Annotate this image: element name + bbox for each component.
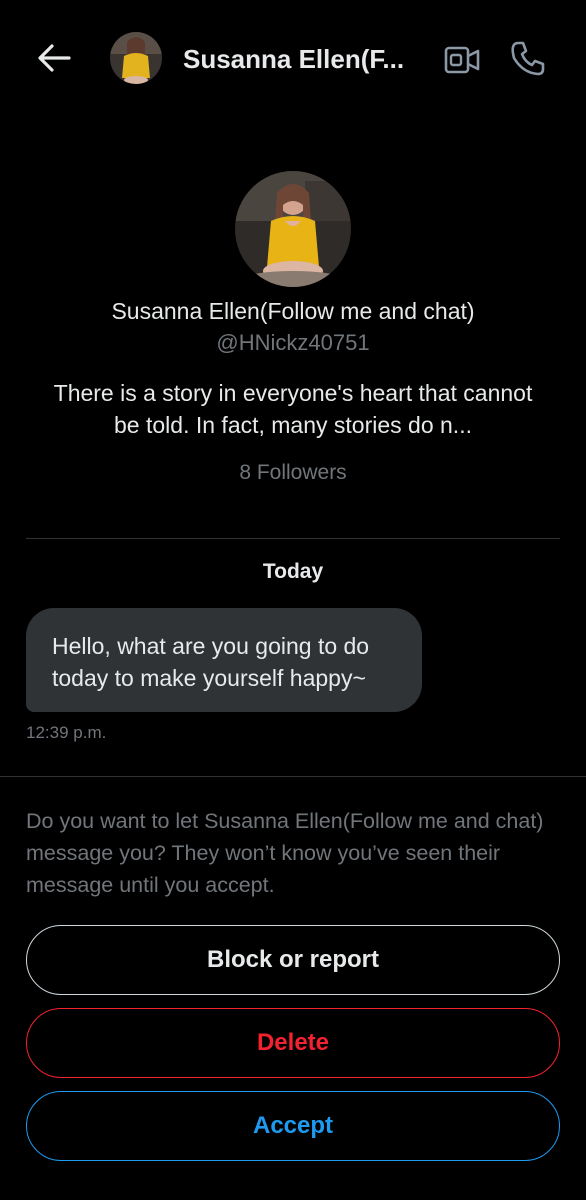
- divider: [26, 538, 560, 539]
- profile-name[interactable]: Susanna Ellen(Follow me and chat): [0, 298, 586, 325]
- avatar-image: [110, 32, 162, 84]
- phone-icon: [511, 41, 545, 76]
- accept-button[interactable]: Accept: [26, 1091, 560, 1161]
- top-bar: Susanna Ellen(F...: [0, 0, 586, 120]
- profile-avatar[interactable]: [235, 171, 351, 287]
- day-separator: Today: [262, 560, 324, 583]
- profile-bio: There is a story in everyone's heart tha…: [53, 380, 533, 438]
- followers-count[interactable]: 8 Followers: [0, 461, 586, 485]
- delete-button[interactable]: Delete: [26, 1008, 560, 1078]
- block-or-report-button[interactable]: Block or report: [26, 925, 560, 995]
- conversation-title[interactable]: Susanna Ellen(F...: [183, 44, 404, 75]
- arrow-left-icon: [38, 44, 71, 72]
- profile-handle: @HNickz40751: [216, 330, 370, 355]
- back-button[interactable]: [34, 38, 74, 78]
- message-bubble[interactable]: Hello, what are you going to do today to…: [26, 608, 422, 712]
- message-request-prompt: Do you want to let Susanna Ellen(Follow …: [26, 809, 544, 897]
- video-call-icon: [444, 46, 480, 74]
- message-timestamp: 12:39 p.m.: [26, 723, 107, 742]
- avatar-image: [235, 171, 351, 287]
- video-call-button[interactable]: [442, 40, 482, 80]
- divider: [0, 776, 586, 777]
- header-avatar[interactable]: [110, 32, 162, 84]
- phone-call-button[interactable]: [508, 38, 548, 78]
